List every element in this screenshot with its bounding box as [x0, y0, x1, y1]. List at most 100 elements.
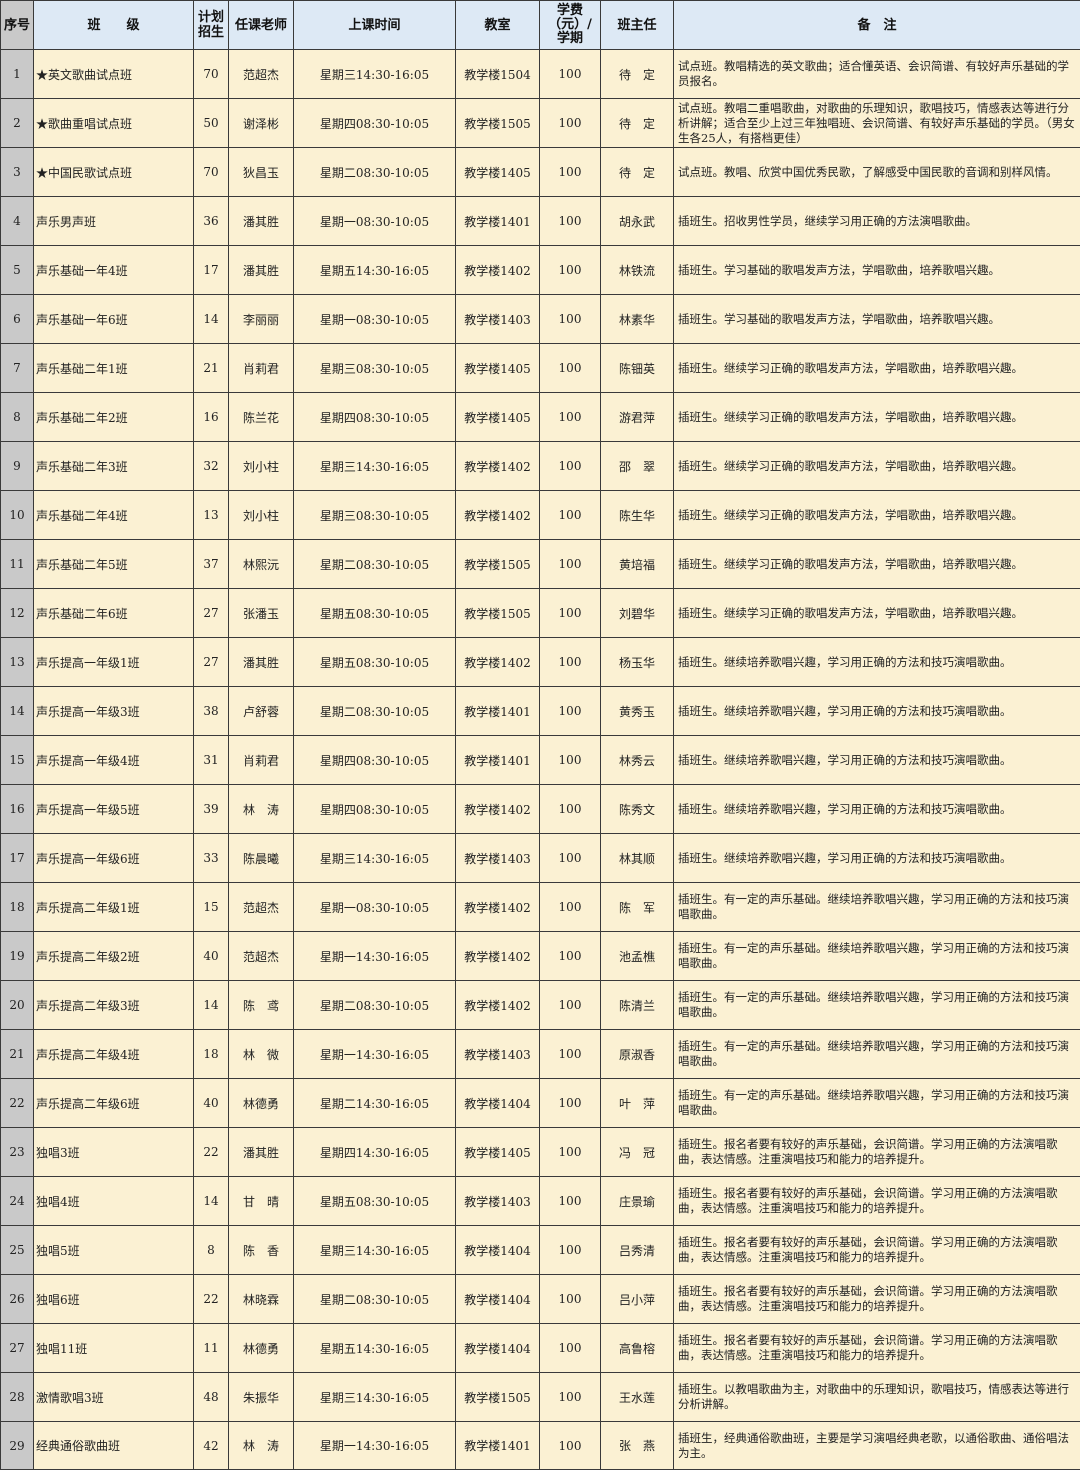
- cell-time: 星期三08:30-10:05: [293, 490, 456, 540]
- cell-teacher: 李丽丽: [228, 294, 294, 344]
- cell-planned: 36: [193, 196, 229, 246]
- cell-class: 声乐基础一年4班: [33, 245, 194, 295]
- cell-headteacher: 陈钿英: [600, 343, 674, 393]
- header-fee: 学费 （元）/ 学期: [539, 0, 601, 50]
- table-row: 6 声乐基础一年6班 14 李丽丽 星期一08:30-10:05 教学楼1403 100 林素…: [0, 294, 1080, 344]
- cell-index: 22: [0, 1078, 34, 1128]
- cell-class: 声乐基础二年3班: [33, 441, 194, 491]
- cell-note: 插班生。报名者要有较好的声乐基础，会识简谱。学习用正确的方法演唱歌曲，表达情感。…: [673, 1323, 1080, 1373]
- cell-room: 教学楼1405: [455, 147, 540, 197]
- cell-teacher: 朱振华: [228, 1372, 294, 1422]
- cell-fee: 100: [539, 49, 601, 99]
- cell-index: 11: [0, 539, 34, 589]
- cell-fee: 100: [539, 441, 601, 491]
- cell-fee: 100: [539, 1029, 601, 1079]
- table-row: 8 声乐基础二年2班 16 陈兰花 星期四08:30-10:05 教学楼1405 100 游君…: [0, 392, 1080, 442]
- cell-note: 插班生。报名者要有较好的声乐基础，会识简谱。学习用正确的方法演唱歌曲，表达情感。…: [673, 1225, 1080, 1275]
- cell-time: 星期四08:30-10:05: [293, 784, 456, 834]
- cell-room: 教学楼1505: [455, 1372, 540, 1422]
- cell-time: 星期一14:30-16:05: [293, 1421, 456, 1470]
- cell-note: 插班生。以教唱歌曲为主，对歌曲中的乐理知识，歌唱技巧，情感表达等进行分析讲解。: [673, 1372, 1080, 1422]
- cell-class: 声乐基础二年5班: [33, 539, 194, 589]
- cell-room: 教学楼1504: [455, 49, 540, 99]
- cell-planned: 8: [193, 1225, 229, 1275]
- cell-fee: 100: [539, 1225, 601, 1275]
- cell-room: 教学楼1403: [455, 1029, 540, 1079]
- cell-note: 插班生。学习基础的歌唱发声方法，学唱歌曲，培养歌唱兴趣。: [673, 294, 1080, 344]
- cell-fee: 100: [539, 98, 601, 148]
- cell-room: 教学楼1405: [455, 392, 540, 442]
- cell-note: 插班生。有一定的声乐基础。继续培养歌唱兴趣，学习用正确的方法和技巧演唱歌曲。: [673, 980, 1080, 1030]
- cell-planned: 70: [193, 147, 229, 197]
- cell-teacher: 范超杰: [228, 49, 294, 99]
- cell-index: 9: [0, 441, 34, 491]
- cell-teacher: 甘 晴: [228, 1176, 294, 1226]
- cell-room: 教学楼1402: [455, 882, 540, 932]
- table-row: 16 声乐提高一年级5班 39 林 涛星期四08:30-10:05 教学楼1402 100…: [0, 784, 1080, 834]
- cell-class: 声乐提高二年级6班: [33, 1078, 194, 1128]
- cell-planned: 15: [193, 882, 229, 932]
- header-planned: 计划 招生: [193, 0, 229, 50]
- cell-teacher: 林 涛: [228, 784, 294, 834]
- cell-index: 29: [0, 1421, 34, 1470]
- cell-time: 星期二08:30-10:05: [293, 539, 456, 589]
- cell-note: 插班生。继续学习正确的歌唱发声方法，学唱歌曲，培养歌唱兴趣。: [673, 490, 1080, 540]
- cell-teacher: 范超杰: [228, 882, 294, 932]
- cell-planned: 70: [193, 49, 229, 99]
- cell-class: 独唱6班: [33, 1274, 194, 1324]
- cell-planned: 16: [193, 392, 229, 442]
- cell-teacher: 潘其胜: [228, 1127, 294, 1177]
- cell-note: 插班生。招收男性学员，继续学习用正确的方法演唱歌曲。: [673, 196, 1080, 246]
- cell-time: 星期二14:30-16:05: [293, 1078, 456, 1128]
- cell-headteacher: 待 定: [600, 147, 674, 197]
- cell-headteacher: 林铁流: [600, 245, 674, 295]
- cell-headteacher: 吕秀清: [600, 1225, 674, 1275]
- cell-headteacher: 胡永武: [600, 196, 674, 246]
- cell-fee: 100: [539, 931, 601, 981]
- cell-class: ★英文歌曲试点班: [33, 49, 194, 99]
- table-row: 22 声乐提高二年级6班 40 林德勇 星期二14:30-16:05 教学楼1404 100…: [0, 1078, 1080, 1128]
- cell-fee: 100: [539, 1372, 601, 1422]
- cell-room: 教学楼1401: [455, 686, 540, 736]
- cell-time: 星期二08:30-10:05: [293, 980, 456, 1030]
- cell-room: 教学楼1403: [455, 294, 540, 344]
- cell-planned: 39: [193, 784, 229, 834]
- cell-teacher: 潘其胜: [228, 196, 294, 246]
- cell-note: 插班生。报名者要有较好的声乐基础，会识简谱。学习用正确的方法演唱歌曲，表达情感。…: [673, 1274, 1080, 1324]
- cell-index: 2: [0, 98, 34, 148]
- cell-time: 星期一08:30-10:05: [293, 196, 456, 246]
- cell-note: 插班生。继续学习正确的歌唱发声方法，学唱歌曲，培养歌唱兴趣。: [673, 441, 1080, 491]
- cell-teacher: 潘其胜: [228, 245, 294, 295]
- cell-headteacher: 张 燕: [600, 1421, 674, 1470]
- cell-note: 插班生。有一定的声乐基础。继续培养歌唱兴趣，学习用正确的方法和技巧演唱歌曲。: [673, 882, 1080, 932]
- cell-time: 星期三14:30-16:05: [293, 1225, 456, 1275]
- cell-room: 教学楼1402: [455, 637, 540, 687]
- cell-fee: 100: [539, 196, 601, 246]
- cell-room: 教学楼1403: [455, 1176, 540, 1226]
- cell-planned: 14: [193, 980, 229, 1030]
- cell-headteacher: 原淑香: [600, 1029, 674, 1079]
- cell-index: 24: [0, 1176, 34, 1226]
- cell-index: 8: [0, 392, 34, 442]
- cell-index: 1: [0, 49, 34, 99]
- cell-room: 教学楼1402: [455, 931, 540, 981]
- cell-planned: 40: [193, 931, 229, 981]
- cell-note: 插班生。继续培养歌唱兴趣，学习用正确的方法和技巧演唱歌曲。: [673, 784, 1080, 834]
- cell-fee: 100: [539, 588, 601, 638]
- cell-headteacher: 吕小萍: [600, 1274, 674, 1324]
- cell-planned: 14: [193, 1176, 229, 1226]
- cell-index: 19: [0, 931, 34, 981]
- table-row: 15 声乐提高一年级4班 31 肖莉君 星期四08:30-10:05 教学楼1401 100…: [0, 735, 1080, 785]
- cell-note: 插班生。报名者要有较好的声乐基础，会识简谱。学习用正确的方法演唱歌曲，表达情感。…: [673, 1127, 1080, 1177]
- header-index: 序号: [0, 0, 34, 50]
- cell-note: 插班生。继续学习正确的歌唱发声方法，学唱歌曲，培养歌唱兴趣。: [673, 343, 1080, 393]
- cell-headteacher: 叶 萍: [600, 1078, 674, 1128]
- cell-planned: 33: [193, 833, 229, 883]
- header-class: 班 级: [33, 0, 194, 50]
- cell-headteacher: 林其顺: [600, 833, 674, 883]
- cell-headteacher: 陈 军: [600, 882, 674, 932]
- cell-time: 星期三14:30-16:05: [293, 1372, 456, 1422]
- cell-index: 5: [0, 245, 34, 295]
- cell-headteacher: 王水莲: [600, 1372, 674, 1422]
- cell-headteacher: 待 定: [600, 98, 674, 148]
